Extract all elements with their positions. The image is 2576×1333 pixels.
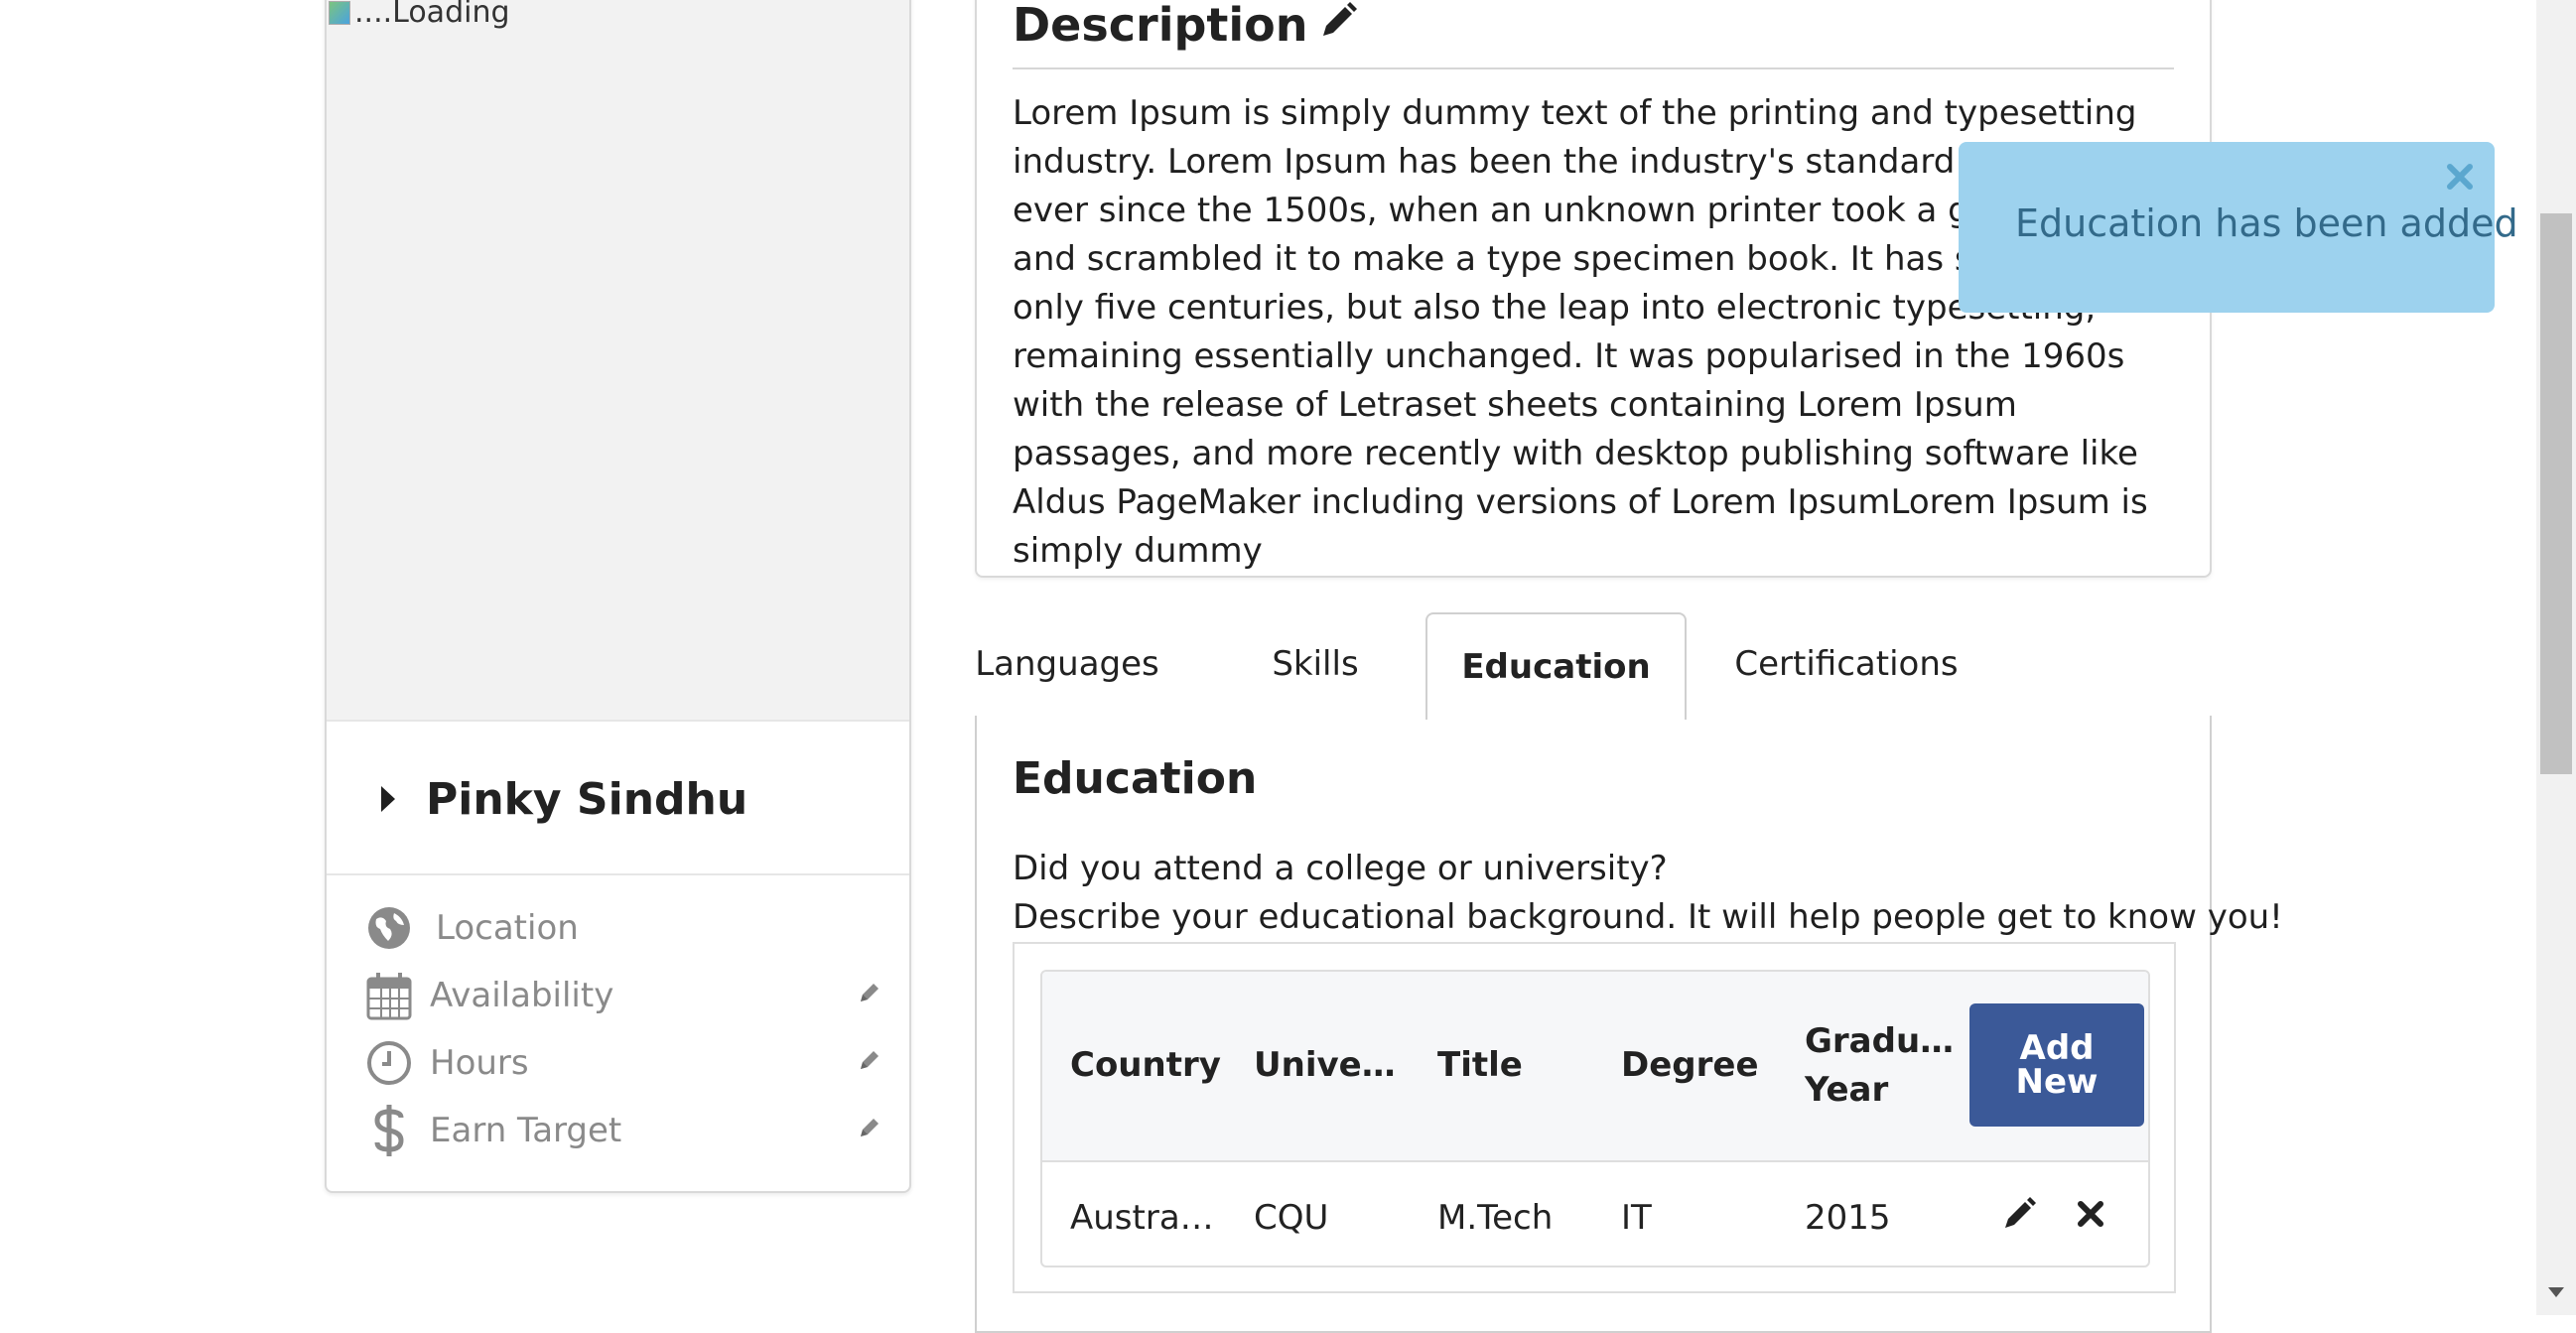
toast-message: Education has been added (2015, 201, 2518, 245)
cell-country: Austra… (1070, 1198, 1214, 1238)
cell-degree: IT (1621, 1198, 1652, 1238)
scrollbar-thumb[interactable] (2540, 213, 2572, 774)
column-university: Unive… (1254, 1045, 1396, 1085)
info-label-location: Location (436, 908, 579, 948)
dollar-icon (366, 1105, 412, 1156)
scroll-down-arrow-icon[interactable] (2548, 1287, 2564, 1297)
description-heading: Description (1013, 0, 1358, 52)
broken-image-icon (329, 1, 350, 25)
success-toast: Education has been added (1959, 142, 2518, 313)
cell-title: M.Tech (1437, 1198, 1554, 1238)
info-label-availability: Availability (430, 976, 614, 1015)
caret-right-icon[interactable] (381, 786, 395, 812)
education-description: Did you attend a college or university? … (1013, 845, 2283, 942)
education-table-wrapper: Country Unive… Title Degree Gradu… Year … (1013, 942, 2176, 1293)
education-panel: Education Did you attend a college or un… (975, 716, 2283, 1333)
add-new-button[interactable]: Add New (1969, 1003, 2144, 1127)
edit-earn-target-icon[interactable] (857, 1115, 882, 1140)
clock-icon (366, 1040, 412, 1086)
column-country: Country (1070, 1045, 1221, 1085)
broken-image: ....Loading (329, 0, 510, 28)
info-item-hours: Hours (366, 1033, 882, 1093)
column-graduation-label: Gradu… (1805, 1021, 1955, 1061)
info-item-earn-target: Earn Target (366, 1101, 882, 1160)
photo-alt-text: ....Loading (354, 0, 510, 30)
info-label-hours: Hours (430, 1043, 529, 1083)
education-title: Education (1013, 753, 1258, 804)
description-title: Description (1013, 0, 1308, 52)
globe-icon (366, 905, 412, 951)
delete-row-icon[interactable] (2073, 1196, 2108, 1232)
cell-university: CQU (1254, 1198, 1329, 1238)
cell-year: 2015 (1805, 1198, 1891, 1238)
tab-education[interactable]: Education (1425, 612, 1687, 720)
table-header: Country Unive… Title Degree Gradu… Year … (1042, 972, 2148, 1162)
column-degree: Degree (1621, 1045, 1759, 1085)
info-label-earn-target: Earn Target (430, 1111, 622, 1150)
profile-card: ....Loading Pinky Sindhu Location Availa… (325, 0, 911, 1193)
edit-row-icon[interactable] (2001, 1196, 2037, 1232)
profile-tabs: Languages Skills Education Certification… (975, 612, 2210, 720)
tab-certifications[interactable]: Certifications (1719, 612, 1973, 716)
edit-availability-icon[interactable] (857, 980, 882, 1005)
profile-name-row[interactable]: Pinky Sindhu (327, 720, 909, 875)
column-year-label: Year (1805, 1070, 1889, 1110)
column-title: Title (1437, 1045, 1523, 1085)
pencil-icon[interactable] (1318, 0, 1358, 52)
info-item-availability: Availability (366, 966, 882, 1025)
close-icon[interactable] (2443, 160, 2477, 194)
education-hint: Describe your educational background. It… (1013, 897, 2283, 937)
education-table: Country Unive… Title Degree Gradu… Year … (1040, 970, 2150, 1267)
tab-languages[interactable]: Languages (975, 612, 1159, 716)
tab-skills[interactable]: Skills (1263, 612, 1368, 716)
edit-hours-icon[interactable] (857, 1047, 882, 1073)
column-graduation-year: Gradu… Year (1805, 1017, 1954, 1115)
calendar-icon (366, 973, 412, 1020)
education-question: Did you attend a college or university? (1013, 849, 1668, 888)
profile-photo: ....Loading (327, 0, 909, 722)
description-divider (1013, 67, 2174, 69)
info-item-location: Location (366, 898, 882, 958)
profile-name: Pinky Sindhu (426, 774, 748, 825)
vertical-scrollbar[interactable] (2536, 0, 2576, 1315)
